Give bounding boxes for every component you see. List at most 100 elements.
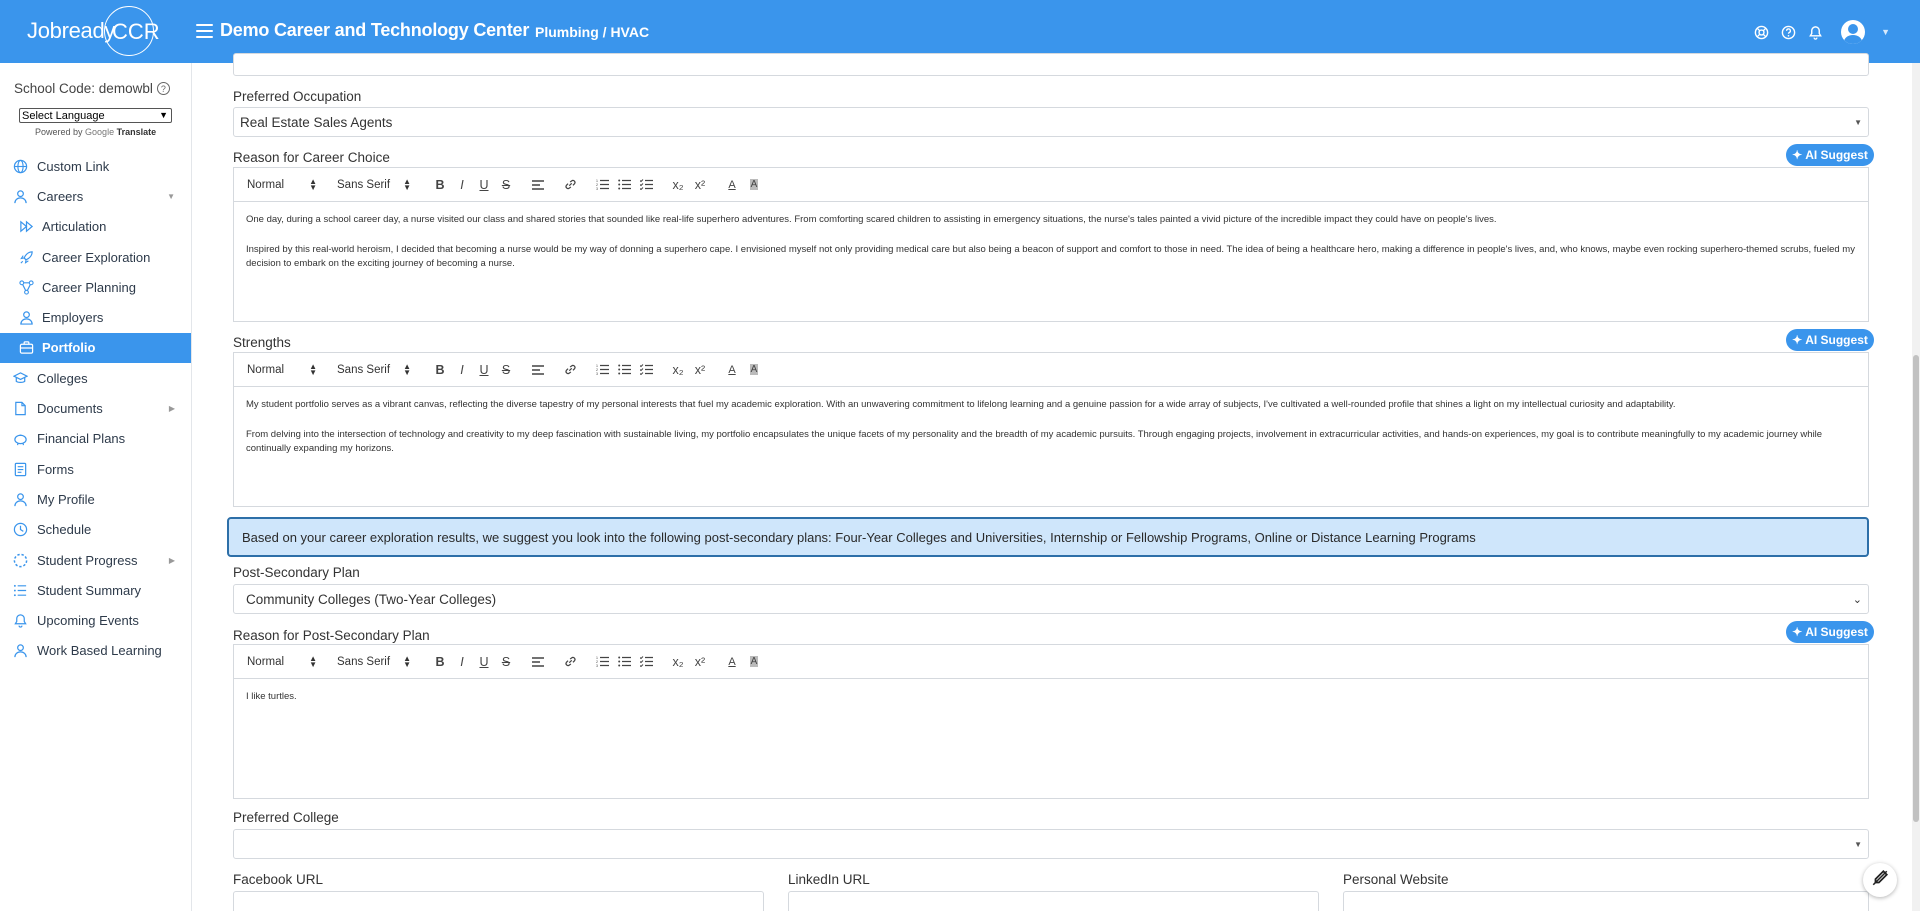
scrollbar-thumb[interactable] [1913, 355, 1919, 822]
underline-button[interactable]: U [473, 652, 495, 672]
editor-toolbar: Normal ▲ ▼ Sans Serif ▲ ▼ B I U S 123 x₂ x² … [233, 352, 1869, 386]
checklist-icon[interactable] [635, 652, 657, 672]
font-select[interactable]: Sans Serif ▲ ▼ [337, 362, 415, 376]
ordered-list-icon[interactable]: 123 [591, 360, 613, 380]
jobready-logo[interactable]: Jobready CCR [27, 6, 162, 56]
superscript-button[interactable]: x² [689, 360, 711, 380]
heading-select[interactable]: Normal ▲ ▼ [247, 362, 321, 376]
bell-icon[interactable] [1808, 25, 1823, 40]
subscript-button[interactable]: x₂ [667, 175, 689, 195]
sidebar-nav: Custom Link Careers ▼ Articulation Caree… [0, 151, 191, 666]
linkedin-url-input[interactable] [788, 891, 1319, 911]
post-secondary-select[interactable]: Community Colleges (Two-Year Colleges) ⌄ [233, 584, 1869, 614]
italic-button[interactable]: I [451, 175, 473, 195]
underline-button[interactable]: U [473, 175, 495, 195]
preferred-occupation-select[interactable]: Real Estate Sales Agents ▼ [233, 107, 1869, 137]
help-icon[interactable] [1781, 25, 1796, 40]
previous-field-input[interactable] [233, 53, 1869, 76]
sidebar-item-portfolio[interactable]: Portfolio [0, 332, 191, 364]
superscript-button[interactable]: x² [689, 652, 711, 672]
superscript-button[interactable]: x² [689, 175, 711, 195]
ai-suggest-button[interactable]: ✦ AI Suggest [1786, 144, 1874, 166]
reason-career-editor[interactable]: One day, during a school career day, a n… [233, 201, 1869, 322]
sidebar-item-student-progress[interactable]: Student Progress ▶ [0, 545, 191, 575]
sidebar-item-upcoming-events[interactable]: Upcoming Events [0, 605, 191, 635]
sidebar-item-work-based-learning[interactable]: Work Based Learning [0, 636, 191, 666]
background-color-button[interactable]: A [743, 652, 765, 672]
align-icon[interactable] [527, 652, 549, 672]
heading-select[interactable]: Normal ▲ ▼ [247, 654, 321, 668]
font-select[interactable]: Sans Serif ▲ ▼ [337, 654, 415, 668]
sidebar-item-my-profile[interactable]: My Profile [0, 484, 191, 514]
italic-button[interactable]: I [451, 360, 473, 380]
text-color-button[interactable]: A [721, 652, 743, 672]
align-icon[interactable] [527, 175, 549, 195]
chevron-down-icon[interactable]: ▼ [1881, 27, 1890, 37]
heading-select[interactable]: Normal ▲ ▼ [247, 177, 321, 191]
ordered-list-icon[interactable]: 123 [591, 652, 613, 672]
program-name[interactable]: Plumbing / HVAC [535, 24, 649, 40]
sidebar-item-articulation[interactable]: Articulation [0, 212, 191, 242]
align-icon[interactable] [527, 360, 549, 380]
sidebar-item-career-exploration[interactable]: Career Exploration [0, 242, 191, 272]
heading-value: Normal [247, 655, 285, 668]
sidebar-item-colleges[interactable]: Colleges [0, 363, 191, 393]
sidebar-item-financial-plans[interactable]: Financial Plans [0, 424, 191, 454]
ai-suggest-button[interactable]: ✦ AI Suggest [1786, 329, 1874, 351]
ai-suggest-button[interactable]: ✦ AI Suggest [1786, 621, 1874, 643]
support-icon[interactable] [1754, 25, 1769, 40]
strike-button[interactable]: S [495, 652, 517, 672]
font-select[interactable]: Sans Serif ▲ ▼ [337, 177, 415, 191]
bold-button[interactable]: B [429, 175, 451, 195]
suggestion-text: Based on your career exploration results… [242, 529, 1476, 545]
bold-button[interactable]: B [429, 652, 451, 672]
sidebar-item-careers[interactable]: Careers ▼ [0, 181, 191, 211]
hamburger-menu-icon[interactable] [196, 24, 213, 38]
bullet-list-icon[interactable] [613, 360, 635, 380]
sidebar-item-student-summary[interactable]: Student Summary [0, 575, 191, 605]
link-icon[interactable] [559, 652, 581, 672]
sidebar-item-label: Student Progress [37, 552, 138, 568]
editor-paragraph: One day, during a school career day, a n… [246, 214, 1497, 225]
checklist-icon[interactable] [635, 175, 657, 195]
personal-website-input[interactable] [1343, 891, 1869, 911]
strengths-editor[interactable]: My student portfolio serves as a vibrant… [233, 386, 1869, 507]
sidebar-item-employers[interactable]: Employers [0, 302, 191, 332]
facebook-url-input[interactable] [233, 891, 764, 911]
background-color-button[interactable]: A [743, 175, 765, 195]
underline-button[interactable]: U [473, 360, 495, 380]
subscript-button[interactable]: x₂ [667, 652, 689, 672]
bold-button[interactable]: B [429, 360, 451, 380]
sidebar-item-label: Student Summary [37, 582, 142, 598]
rocket-icon [18, 249, 34, 265]
text-color-button[interactable]: A [721, 360, 743, 380]
checklist-icon[interactable] [635, 360, 657, 380]
heading-value: Normal [247, 178, 285, 191]
sidebar-item-documents[interactable]: Documents ▶ [0, 393, 191, 423]
language-select[interactable]: Select Language ▼ [19, 108, 172, 123]
sidebar-item-custom-link[interactable]: Custom Link [0, 151, 191, 181]
editor-toolbar: Normal ▲ ▼ Sans Serif ▲ ▼ B I U S 123 x₂ x² … [233, 644, 1869, 678]
editor-paragraph: My student portfolio serves as a vibrant… [246, 399, 1676, 410]
text-color-button[interactable]: A [721, 175, 743, 195]
italic-button[interactable]: I [451, 652, 473, 672]
ordered-list-icon[interactable]: 123 [591, 175, 613, 195]
floating-action-button[interactable] [1863, 863, 1897, 897]
link-icon[interactable] [559, 360, 581, 380]
bullet-list-icon[interactable] [613, 652, 635, 672]
help-icon[interactable]: ? [156, 82, 170, 95]
translate-link[interactable]: Translate [117, 127, 157, 137]
reason-post-editor[interactable]: I like turtles. [233, 678, 1869, 799]
preferred-college-select[interactable]: ▼ [233, 829, 1869, 859]
strike-button[interactable]: S [495, 175, 517, 195]
sidebar-item-career-planning[interactable]: Career Planning [0, 272, 191, 302]
sidebar-item-forms[interactable]: Forms [0, 454, 191, 484]
bullet-list-icon[interactable] [613, 175, 635, 195]
background-color-button[interactable]: A [743, 360, 765, 380]
subscript-button[interactable]: x₂ [667, 360, 689, 380]
strike-button[interactable]: S [495, 360, 517, 380]
user-avatar-icon[interactable] [1841, 20, 1866, 44]
profile-icon [12, 491, 28, 507]
link-icon[interactable] [559, 175, 581, 195]
sidebar-item-schedule[interactable]: Schedule [0, 515, 191, 545]
